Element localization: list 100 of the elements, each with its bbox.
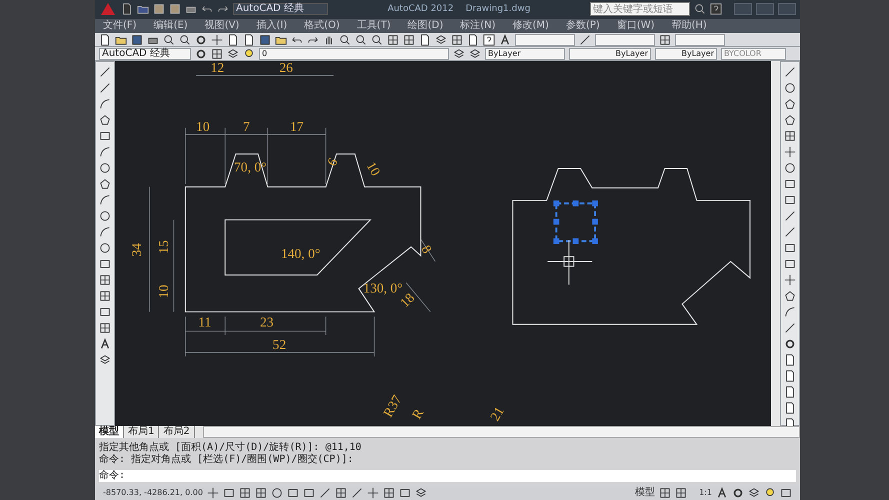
layer-dropdown[interactable]: 0 [259, 48, 449, 60]
grid-icon[interactable] [211, 48, 223, 60]
page-icon[interactable] [227, 34, 239, 46]
letter-icon[interactable] [499, 34, 511, 46]
line-icon[interactable] [99, 82, 111, 94]
zoom-icon[interactable] [339, 34, 351, 46]
grid-icon[interactable] [675, 487, 688, 499]
move-icon[interactable] [784, 146, 796, 158]
polygon-icon[interactable] [99, 178, 111, 190]
circle-icon[interactable] [99, 210, 111, 222]
lineweight-dropdown[interactable]: ByLayer [655, 48, 717, 60]
line-icon[interactable] [351, 487, 363, 499]
command-input-field[interactable]: 命令: [99, 470, 796, 482]
layout-tab[interactable]: 模型 [95, 426, 124, 438]
layers-icon[interactable] [99, 354, 111, 366]
menu-item[interactable]: 视图(V) [204, 18, 240, 33]
grid-icon[interactable] [99, 274, 111, 286]
model-button[interactable]: 模型 [635, 486, 656, 500]
move-icon[interactable] [211, 34, 223, 46]
line-icon[interactable] [99, 66, 111, 78]
arc-icon[interactable] [99, 194, 111, 206]
circle-icon[interactable] [99, 162, 111, 174]
grid-icon[interactable] [99, 322, 111, 334]
page-icon[interactable] [784, 402, 796, 414]
line-icon[interactable] [784, 210, 796, 222]
grid-icon[interactable] [239, 487, 251, 499]
move-icon[interactable] [784, 274, 796, 286]
polygon-icon[interactable] [784, 98, 796, 110]
menu-item[interactable]: 修改(M) [512, 18, 549, 33]
rect-icon[interactable] [303, 487, 315, 499]
workspace-dropdown[interactable]: AutoCAD 经典 [233, 3, 328, 16]
menu-item[interactable]: 工具(T) [356, 18, 391, 33]
annotation-scale[interactable]: 1:1 [699, 486, 712, 500]
help-icon[interactable] [483, 34, 495, 46]
arc-icon[interactable] [784, 306, 796, 318]
rect-icon[interactable] [287, 487, 299, 499]
rect-icon[interactable] [784, 258, 796, 270]
line-icon[interactable] [319, 487, 331, 499]
horizontal-scrollbar[interactable] [202, 426, 800, 438]
circle-icon[interactable] [271, 487, 283, 499]
menu-item[interactable]: 帮助(H) [672, 18, 707, 33]
circle-icon[interactable] [99, 242, 111, 254]
menu-item[interactable]: 插入(I) [256, 18, 288, 33]
menu-item[interactable]: 参数(P) [566, 18, 600, 33]
polygon-icon[interactable] [99, 114, 111, 126]
rect-icon[interactable] [223, 487, 235, 499]
arc-icon[interactable] [99, 226, 111, 238]
layers-icon[interactable] [435, 34, 447, 46]
zoom-icon[interactable] [371, 34, 383, 46]
grid-icon[interactable] [255, 487, 267, 499]
zoom-icon[interactable] [694, 3, 706, 16]
search-field[interactable]: 键入关键字或短语 [590, 2, 690, 16]
polygon-icon[interactable] [784, 114, 796, 126]
line-icon[interactable] [784, 226, 796, 238]
grid-icon[interactable] [335, 487, 347, 499]
grid-icon[interactable] [387, 34, 399, 46]
arc-icon[interactable] [99, 98, 111, 110]
menu-item[interactable]: 格式(O) [304, 18, 340, 33]
page-icon[interactable] [467, 34, 479, 46]
letter-icon[interactable] [716, 487, 728, 499]
rect-icon[interactable] [99, 306, 111, 318]
grid-icon[interactable] [659, 487, 672, 499]
layers-icon[interactable] [227, 48, 239, 60]
vertical-scrollbar[interactable] [771, 61, 780, 426]
circle-icon[interactable] [784, 82, 796, 94]
polygon-icon[interactable] [784, 290, 796, 302]
grid-icon[interactable] [784, 130, 796, 142]
selected-rectangle[interactable] [553, 200, 598, 244]
grid-icon[interactable] [659, 34, 671, 46]
rect-icon[interactable] [784, 194, 796, 206]
grid-icon[interactable] [403, 34, 415, 46]
menu-item[interactable]: 编辑(E) [154, 18, 188, 33]
letter-icon[interactable] [99, 338, 111, 350]
page-icon[interactable] [784, 386, 796, 398]
menu-item[interactable]: 绘图(D) [408, 18, 444, 33]
layers-icon[interactable] [453, 48, 465, 60]
rect-icon[interactable] [399, 487, 411, 499]
rect-icon[interactable] [784, 242, 796, 254]
grid-icon[interactable] [99, 290, 111, 302]
page-icon[interactable] [419, 34, 431, 46]
circle-icon[interactable] [784, 162, 796, 174]
page-icon[interactable] [99, 34, 111, 46]
page-icon[interactable] [243, 34, 255, 46]
grid-icon[interactable] [451, 34, 463, 46]
line-icon[interactable] [784, 322, 796, 334]
move-icon[interactable] [207, 487, 219, 499]
layers-icon[interactable] [415, 487, 427, 499]
color-dropdown[interactable]: ByLayer [485, 48, 565, 60]
help-icon[interactable] [710, 3, 722, 16]
rect-icon[interactable] [99, 258, 111, 270]
layers-icon[interactable] [748, 487, 760, 499]
menu-item[interactable]: 标注(N) [460, 18, 496, 33]
menu-item[interactable]: 文件(F) [103, 18, 137, 33]
rect-icon[interactable] [99, 130, 111, 142]
workspace-dropdown[interactable]: AutoCAD 经典 [99, 48, 191, 60]
move-icon[interactable] [367, 487, 379, 499]
page-icon[interactable] [784, 370, 796, 382]
zoom-icon[interactable] [163, 34, 175, 46]
linetype-dropdown[interactable]: ByLayer [569, 48, 651, 60]
arc-icon[interactable] [99, 146, 111, 158]
